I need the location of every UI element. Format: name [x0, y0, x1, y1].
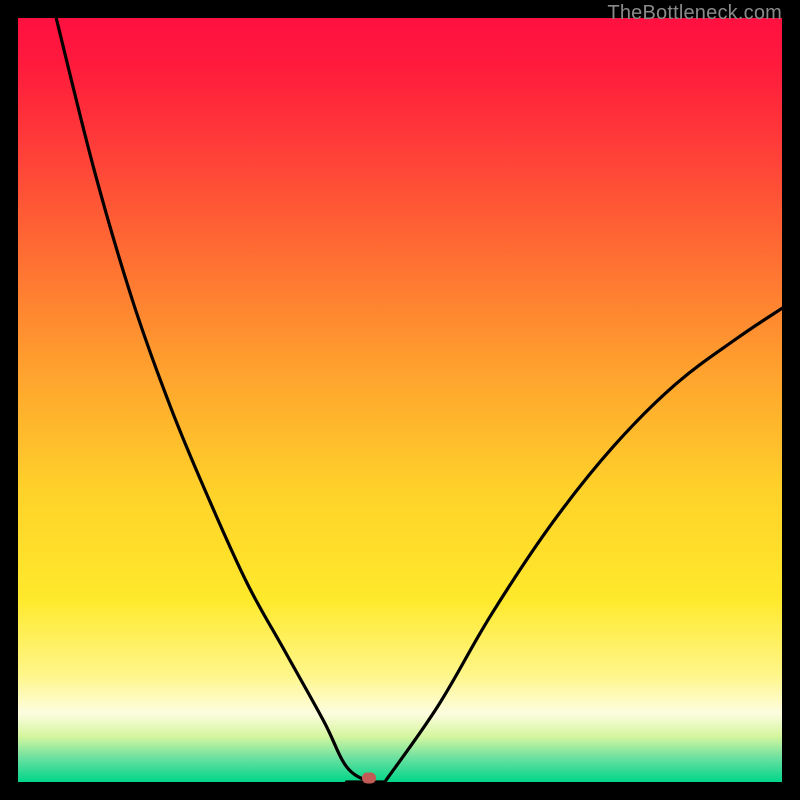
- bottleneck-curve: [18, 18, 782, 782]
- optimal-point-marker: [362, 773, 376, 784]
- curve-right-branch: [385, 308, 782, 782]
- curve-left-branch: [56, 18, 369, 782]
- chart-frame: TheBottleneck.com: [0, 0, 800, 800]
